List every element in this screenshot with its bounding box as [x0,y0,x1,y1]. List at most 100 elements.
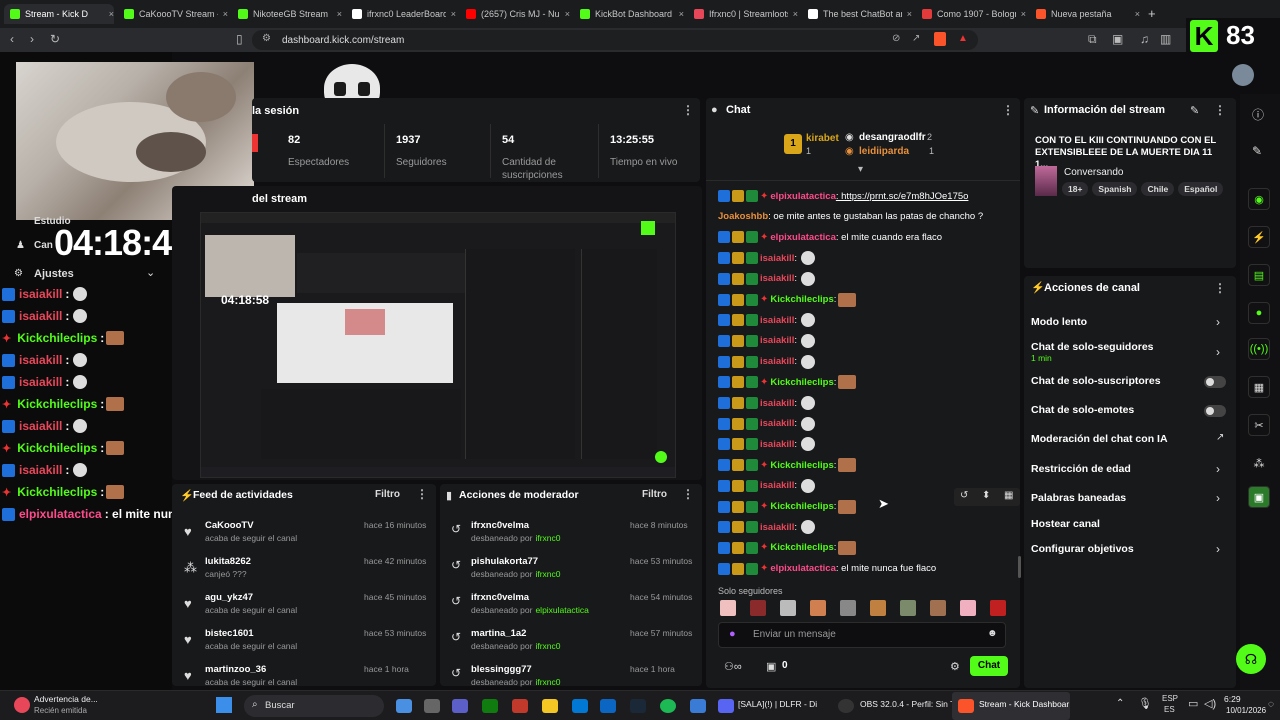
chat-message[interactable]: isaiakill: [718,271,815,287]
sidebar-icon[interactable]: ▥ [1160,32,1171,46]
chat-message[interactable]: isaiakill: [718,333,815,349]
mod-actor-name[interactable]: ifrxnc0 [535,641,560,651]
sidebar-item-settings[interactable]: Ajustes [34,268,74,280]
warning-app-icon[interactable] [14,697,30,713]
discord-icon[interactable] [718,699,734,713]
mod-menu-icon[interactable]: ⋮ [682,487,694,501]
close-icon[interactable]: × [1135,9,1140,19]
chat-message[interactable]: ✦ Kickchileclips: [718,292,857,308]
spotify-icon[interactable] [660,699,676,713]
browser-tab[interactable]: Nueva pestaña × [1030,4,1140,24]
layout-icon[interactable]: ▦ [1248,376,1270,398]
chevron-right-icon[interactable]: › [1216,462,1220,476]
volume-icon[interactable]: ◁) [1204,697,1216,710]
close-icon[interactable]: × [109,9,114,19]
user-avatar[interactable] [1232,64,1254,86]
feed-user-name[interactable]: lukita8262 [205,556,251,567]
chat-username[interactable]: elpixulatactica [770,232,835,243]
close-icon[interactable]: × [793,9,798,19]
connections-icon[interactable]: ⁂ [1248,452,1270,474]
emote-icon[interactable] [900,600,916,616]
stream-tag[interactable]: Español [1178,182,1224,196]
close-icon[interactable]: × [337,9,342,19]
emote-icon[interactable] [780,600,796,616]
chat-username[interactable]: elpixulatactica [770,191,835,202]
chat-message[interactable]: ✦ Kickchileclips: [718,499,857,515]
chat-username[interactable]: isaiakill [760,398,794,409]
close-icon[interactable]: × [223,9,228,19]
top-gifter-name[interactable]: kirabet [806,133,839,144]
emote-icon[interactable] [810,600,826,616]
third-gifter-name[interactable]: leidiiparda [859,146,909,157]
xbox-icon[interactable] [482,699,498,713]
screenshot-icon[interactable]: ▣ [1112,32,1123,46]
chat-message[interactable]: isaiakill: [718,416,815,432]
emote-icon[interactable] [750,600,766,616]
emote-icon[interactable] [870,600,886,616]
browser-tab[interactable]: The best ChatBot and × [802,4,912,24]
taskbar-app-discord[interactable]: [SALA](!) | DLFR - Di [738,699,817,709]
stream-tag[interactable]: Spanish [1092,182,1138,196]
share-icon[interactable]: ↗ [912,33,920,44]
bolt-icon[interactable]: ⚡ [1248,226,1270,248]
support-chat-button[interactable]: ☊ [1236,644,1266,674]
session-menu-icon[interactable]: ⋮ [682,103,694,117]
chat-message[interactable]: isaiakill: [718,395,815,411]
chat-username[interactable]: isaiakill [760,480,794,491]
folder-icon[interactable] [542,699,558,713]
new-tab-button[interactable]: + [1148,6,1156,21]
chat-username[interactable]: Kickchileclips [770,460,833,471]
chat-message[interactable]: ✦ Kickchileclips: [718,540,857,556]
chevron-right-icon[interactable]: › [1216,345,1220,359]
settings-gear-icon[interactable]: ⚙ [14,268,23,279]
close-icon[interactable]: × [565,9,570,19]
chevron-down-icon[interactable]: ⌄ [146,266,155,279]
reply-icon[interactable]: ↺ [960,490,968,501]
toggle-switch[interactable] [1204,376,1226,388]
chat-username[interactable]: isaiakill [760,356,794,367]
chevron-down-icon[interactable]: ▾ [858,164,863,175]
chevron-up-icon[interactable]: ⌃ [1116,698,1124,709]
taskbar-app-obs[interactable]: OBS 32.0.4 - Perfil: Sin T [860,699,955,709]
browser-tab[interactable]: CaKoooTV Stream - W × [118,4,228,24]
chat-username[interactable]: isaiakill [760,439,794,450]
close-icon[interactable]: × [451,9,456,19]
network-icon[interactable]: ▭ [1188,697,1198,710]
channel-action-label[interactable]: Chat de solo-seguidores [1031,341,1154,353]
mod-target-name[interactable]: blessinggg77 [471,664,532,675]
chat-username[interactable]: isaiakill [760,253,794,264]
feed-user-name[interactable]: martinzoo_36 [205,664,266,675]
chat-username[interactable]: Kickchileclips [770,501,833,512]
site-settings-icon[interactable]: ⚙ [262,33,271,44]
chevron-right-icon[interactable]: › [1216,491,1220,505]
channel-action-label[interactable]: Configurar objetivos [1031,543,1134,555]
emote-icon[interactable] [930,600,946,616]
steam-icon[interactable] [630,699,646,713]
broadcast-icon[interactable]: ((•)) [1248,338,1270,360]
delete-icon[interactable]: ▦ [1004,490,1013,501]
feed-user-name[interactable]: CaKoooTV [205,520,254,531]
browser-tab[interactable]: ifrxnc0 LeaderBoard | × [346,4,456,24]
reload-icon[interactable]: ↻ [50,32,60,46]
channel-action-label[interactable]: Restricción de edad [1031,463,1131,475]
notification-title[interactable]: Advertencia de... [34,694,98,704]
browser-tab[interactable]: Ifrxnc0 | Streamloots | × [688,4,798,24]
outlook-icon[interactable] [600,699,616,713]
second-gifter-name[interactable]: desangraodlfr [859,132,926,143]
mod-filter-button[interactable]: Filtro [642,489,667,500]
activity-menu-icon[interactable]: ⋮ [416,487,428,501]
edge-icon[interactable] [572,699,588,713]
chat-message[interactable]: isaiakill: [718,519,815,535]
obs-icon[interactable] [838,699,854,713]
chat-message[interactable]: isaiakill: [718,312,815,328]
close-icon[interactable]: × [1021,9,1026,19]
chevron-right-icon[interactable]: › [1216,542,1220,556]
no-audio-icon[interactable]: ⊘ [892,33,900,44]
channel-action-label[interactable]: Palabras baneadas [1031,492,1126,504]
chat-username[interactable]: isaiakill [760,315,794,326]
channel-action-label[interactable]: Chat de solo-suscriptores [1031,375,1161,387]
points-icon[interactable]: ▣ [766,660,776,673]
tool-icon[interactable]: ✂ [1248,414,1270,436]
chat-message[interactable]: ✦ elpixulatactica: el mite cuando era fla… [718,229,942,245]
windows-start-icon[interactable] [216,697,232,713]
